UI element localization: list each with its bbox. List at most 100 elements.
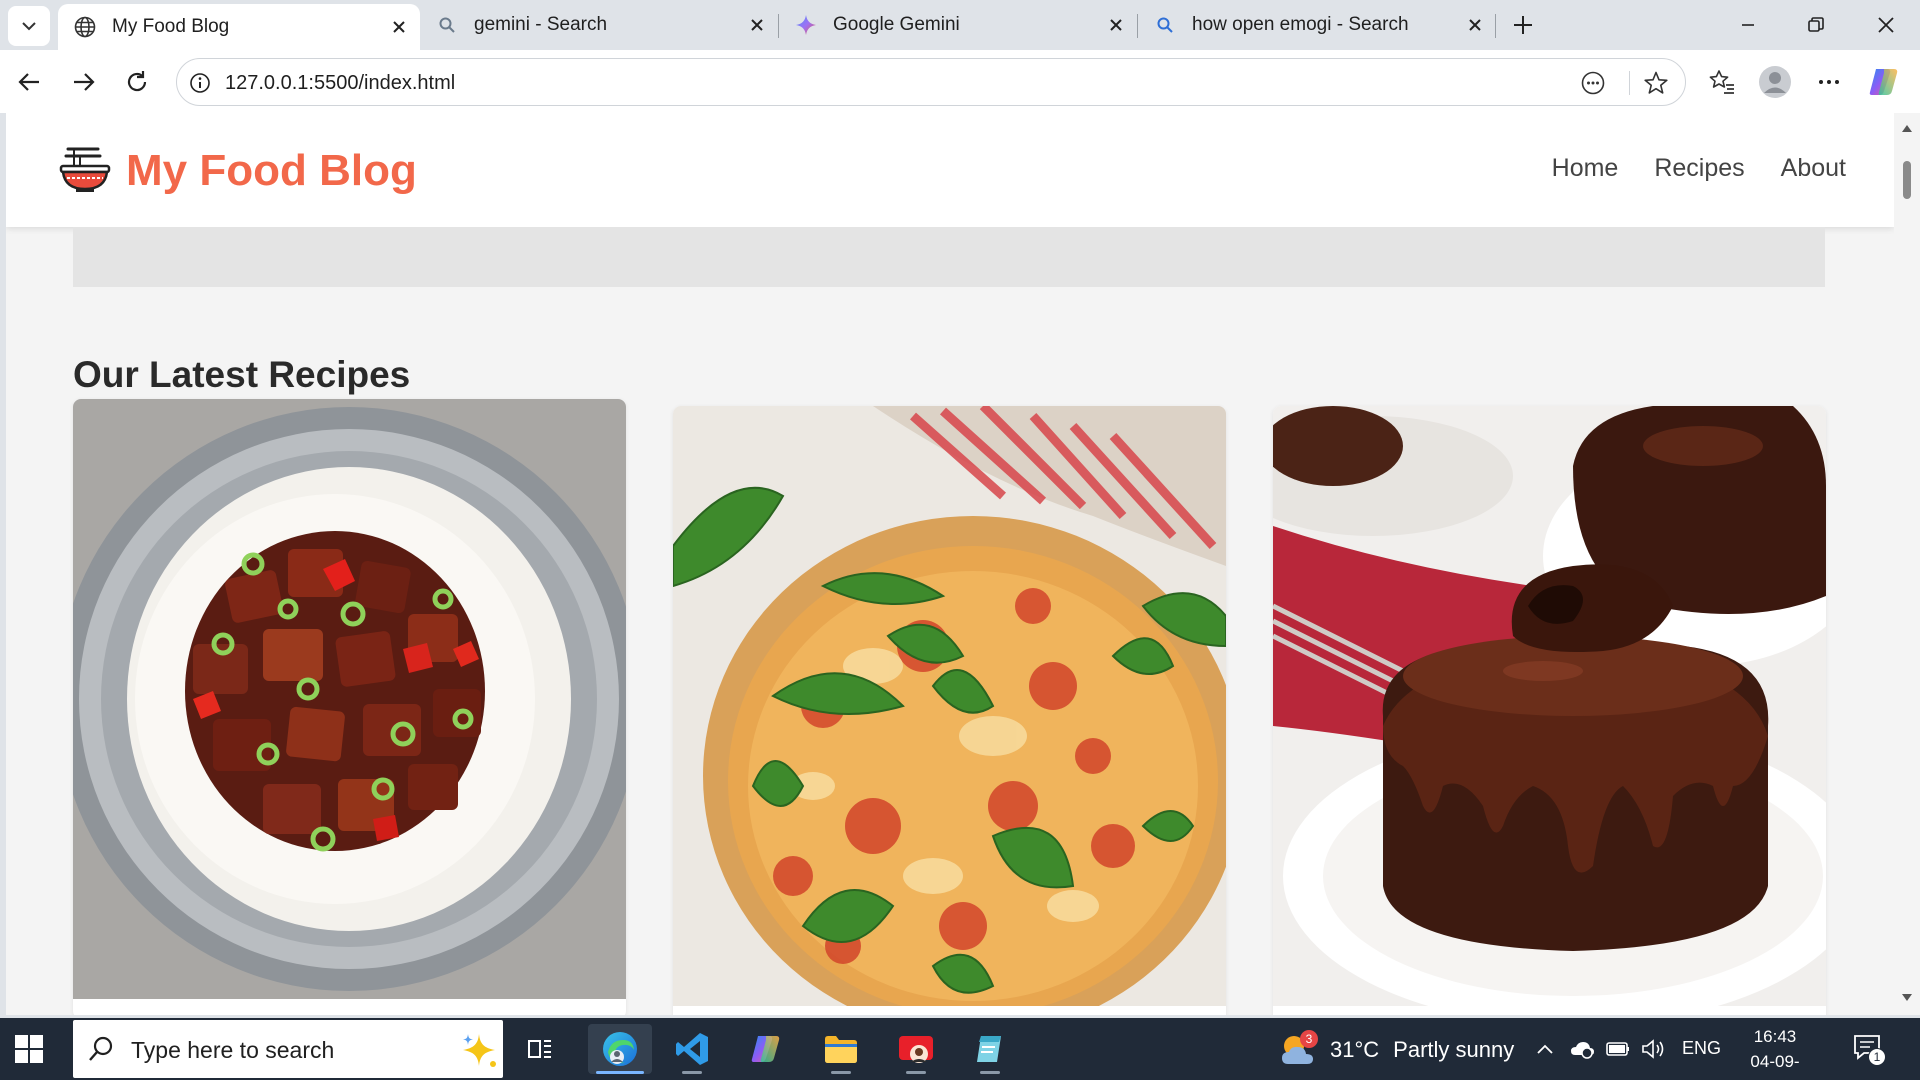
onedrive-sync-icon[interactable] (1567, 1034, 1597, 1064)
search-icon (1152, 12, 1178, 38)
taskbar-edge[interactable] (588, 1024, 652, 1074)
search-placeholder: Type here to search (131, 1037, 335, 1063)
taskbar-vscode[interactable] (664, 1024, 720, 1074)
close-tab-icon[interactable] (1462, 12, 1488, 38)
gemini-sparkle-icon (793, 12, 819, 38)
tab-title: My Food Blog (112, 16, 230, 37)
margherita-pizza-photo (673, 406, 1226, 1006)
recipe-card[interactable] (1273, 406, 1826, 1015)
favorite-star-icon[interactable] (1642, 69, 1670, 97)
arrow-right-icon (74, 73, 95, 91)
search-icon (89, 1036, 113, 1061)
site-title[interactable]: My Food Blog (126, 146, 417, 196)
windows-taskbar: Type here to search 3 31°C Partly sunny (0, 1018, 1920, 1080)
tray-overflow-icon[interactable] (1530, 1034, 1560, 1064)
volume-icon[interactable] (1638, 1034, 1668, 1064)
battery-icon[interactable] (1603, 1034, 1633, 1064)
folder-icon (825, 1036, 857, 1063)
close-tab-icon[interactable] (744, 12, 770, 38)
browser-toolbar: 127.0.0.1:5500/index.html (0, 50, 1920, 113)
nav-recipes-link[interactable]: Recipes (1654, 154, 1744, 183)
edge-browser-icon (603, 1032, 637, 1066)
refresh-button[interactable] (117, 62, 157, 102)
arrow-left-icon (18, 73, 39, 91)
task-view-button[interactable] (512, 1024, 568, 1074)
restore-button[interactable] (1788, 0, 1844, 50)
recipe-card[interactable] (73, 399, 626, 1015)
address-url[interactable]: 127.0.0.1:5500/index.html (225, 72, 455, 95)
notification-count: 1 (1868, 1048, 1886, 1066)
noodle-bowl-icon (58, 141, 112, 195)
avatar-icon (1759, 66, 1791, 98)
scroll-thumb[interactable] (1903, 161, 1911, 199)
browser-tab-bar: My Food Blog gemini - Search Google Gemi… (0, 0, 1920, 50)
forward-button[interactable] (63, 62, 103, 102)
weather-condition: Partly sunny (1393, 1037, 1515, 1062)
taskbar-copilot[interactable] (738, 1024, 794, 1074)
windows-start-icon[interactable] (14, 1034, 44, 1064)
copilot-button[interactable] (1864, 62, 1904, 102)
nav-about-link[interactable]: About (1781, 154, 1846, 183)
taskbar-search-box[interactable]: Type here to search (73, 1020, 503, 1078)
address-bar[interactable]: 127.0.0.1:5500/index.html (176, 58, 1686, 106)
tab-actions-menu-button[interactable] (8, 6, 50, 46)
minimize-button[interactable] (1720, 0, 1776, 50)
system-clock[interactable]: 16:43 04-09-2025 (1735, 1024, 1815, 1080)
taskbar-media-app[interactable] (888, 1024, 944, 1074)
chili-paneer-rice-photo (73, 399, 626, 999)
taskbar-notes-app[interactable] (962, 1024, 1018, 1074)
page-viewport: My Food Blog Home Recipes About Our Late… (6, 113, 1894, 1015)
scroll-down-icon[interactable] (1901, 993, 1913, 1003)
favorites-list-icon (1709, 70, 1734, 94)
scroll-up-icon[interactable] (1901, 123, 1913, 133)
favorites-button[interactable] (1702, 62, 1742, 102)
tab-title: how open emogi - Search (1192, 14, 1409, 35)
tab-emoji-search[interactable]: how open emogi - Search (1138, 0, 1496, 50)
chevron-down-icon (22, 22, 36, 31)
settings-more-button[interactable] (1809, 62, 1849, 102)
profile-button[interactable] (1755, 62, 1795, 102)
plus-icon (1514, 16, 1532, 34)
copilot-icon (1869, 69, 1898, 95)
tab-google-gemini[interactable]: Google Gemini (779, 0, 1137, 50)
notepad-icon (977, 1036, 1001, 1062)
refresh-icon (127, 71, 147, 92)
clock-date: 04-09-2025 (1750, 1052, 1800, 1080)
close-tab-icon[interactable] (1103, 12, 1129, 38)
partly-sunny-icon: 3 (1278, 1030, 1318, 1070)
reader-options-icon[interactable] (1579, 69, 1607, 97)
task-view-icon (528, 1040, 551, 1058)
back-button[interactable] (10, 62, 50, 102)
close-window-button[interactable] (1858, 0, 1914, 50)
tab-title: Google Gemini (833, 14, 960, 35)
weather-badge: 3 (1300, 1030, 1318, 1048)
minimize-icon (1742, 24, 1754, 26)
close-tab-icon[interactable] (386, 14, 412, 40)
page-scrollbar[interactable] (1894, 113, 1920, 1015)
tab-my-food-blog[interactable]: My Food Blog (58, 4, 420, 50)
tab-gemini-search[interactable]: gemini - Search (420, 0, 778, 50)
weather-temp: 31°C (1330, 1037, 1380, 1062)
more-horizontal-icon (1819, 80, 1839, 84)
address-bar-divider (1629, 71, 1630, 95)
nav-home-link[interactable]: Home (1552, 154, 1619, 183)
site-info-icon[interactable] (187, 70, 213, 96)
section-title: Our Latest Recipes (73, 354, 411, 395)
site-nav: Home Recipes About (1552, 154, 1846, 183)
globe-icon (72, 14, 98, 40)
taskbar-file-explorer[interactable] (813, 1024, 869, 1074)
media-app-icon (899, 1036, 933, 1063)
site-header: My Food Blog Home Recipes About (6, 113, 1894, 227)
tab-title: gemini - Search (474, 14, 608, 35)
close-icon (1878, 17, 1894, 33)
new-tab-button[interactable] (1506, 8, 1540, 42)
notification-center-button[interactable]: 1 (1852, 1032, 1888, 1068)
restore-icon (1808, 17, 1824, 32)
input-language[interactable]: ENG (1682, 1038, 1721, 1059)
recipe-card[interactable] (673, 406, 1226, 1015)
tab-separator (1495, 14, 1496, 38)
weather-widget[interactable]: 3 31°C Partly sunny (1278, 1030, 1538, 1070)
sparkle-icon[interactable] (461, 1032, 497, 1068)
copilot-icon (751, 1036, 780, 1062)
hero-banner (73, 227, 1825, 287)
